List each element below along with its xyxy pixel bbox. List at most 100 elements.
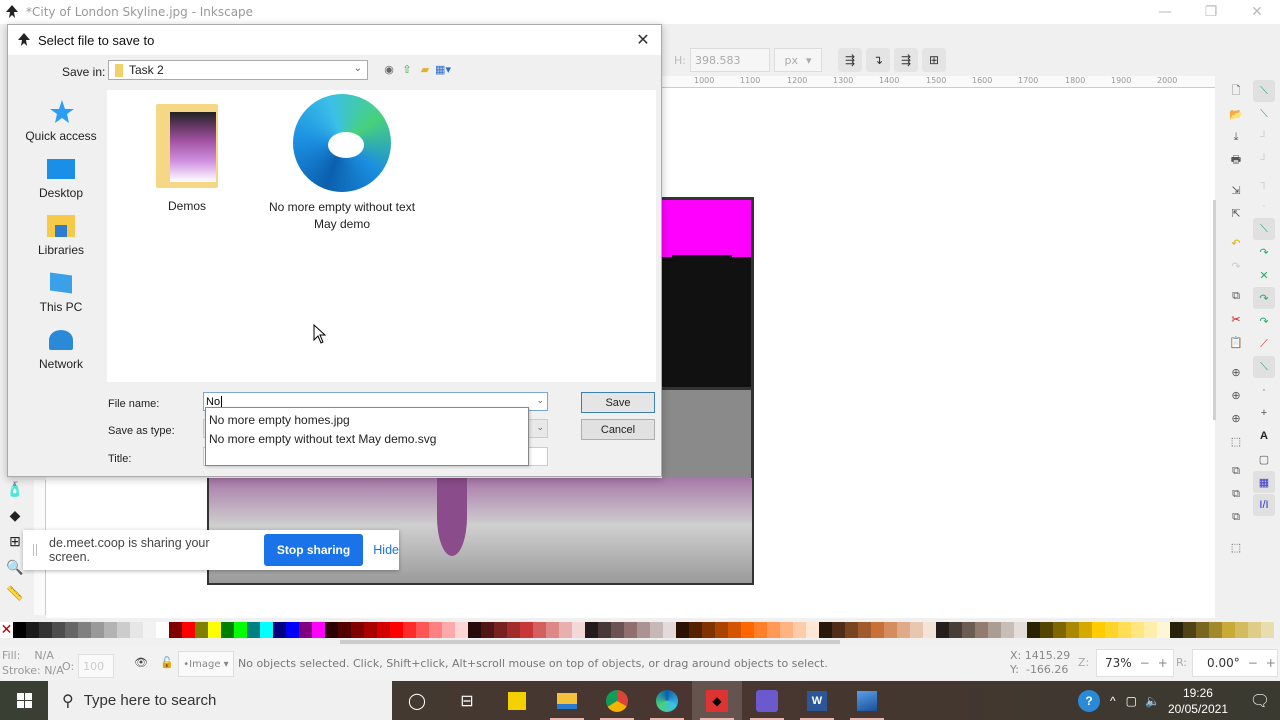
color-swatch[interactable]: [1066, 622, 1079, 638]
color-swatch[interactable]: [520, 622, 533, 638]
import-icon[interactable]: ⇲: [1225, 179, 1247, 201]
color-swatch[interactable]: [299, 622, 312, 638]
place-libraries[interactable]: Libraries: [16, 203, 106, 260]
snap-smooth-icon[interactable]: ↷: [1253, 310, 1275, 332]
color-swatch[interactable]: [780, 622, 793, 638]
color-swatch[interactable]: [13, 622, 26, 638]
stop-sharing-button[interactable]: Stop sharing: [263, 534, 364, 566]
color-swatch[interactable]: [988, 622, 1001, 638]
color-swatch[interactable]: [117, 622, 130, 638]
spray-tool-icon[interactable]: 🧴: [4, 478, 26, 500]
redo-icon[interactable]: ↷: [1225, 255, 1247, 277]
snap-toggle-icon[interactable]: ⟍: [1253, 80, 1275, 102]
color-swatch[interactable]: [1105, 622, 1118, 638]
color-swatch[interactable]: [429, 622, 442, 638]
color-swatch[interactable]: [221, 622, 234, 638]
taskbar-search[interactable]: ⚲ Type here to search: [48, 681, 392, 720]
color-swatch[interactable]: [1131, 622, 1144, 638]
save-button[interactable]: Save: [581, 392, 655, 413]
eraser-tool-icon[interactable]: ◆: [4, 504, 26, 526]
color-swatch[interactable]: [52, 622, 65, 638]
view-menu-icon[interactable]: ▦▾: [435, 62, 451, 76]
current-layer-select[interactable]: •Image ▾: [178, 651, 234, 677]
export-icon[interactable]: ⇱: [1225, 202, 1247, 224]
color-swatch[interactable]: [78, 622, 91, 638]
color-swatch[interactable]: [715, 622, 728, 638]
color-swatch[interactable]: [195, 622, 208, 638]
color-swatch[interactable]: [1053, 622, 1066, 638]
color-swatch[interactable]: [325, 622, 338, 638]
rotate-minus-button[interactable]: −: [1248, 656, 1258, 670]
color-swatch[interactable]: [871, 622, 884, 638]
zoom-fit-icon[interactable]: ⬚: [1225, 430, 1247, 452]
duplicate-icon[interactable]: ⧉: [1225, 460, 1247, 482]
color-swatch[interactable]: [1261, 622, 1274, 638]
open-icon[interactable]: 📂: [1225, 103, 1247, 125]
color-swatch[interactable]: [585, 622, 598, 638]
snap-cusp-icon[interactable]: ↷: [1253, 287, 1275, 309]
color-swatch[interactable]: [559, 622, 572, 638]
color-swatch[interactable]: [1014, 622, 1027, 638]
color-swatch[interactable]: [676, 622, 689, 638]
color-swatch[interactable]: [1222, 622, 1235, 638]
snap-intersection-icon[interactable]: ✕: [1253, 264, 1275, 286]
photos-icon[interactable]: [842, 681, 892, 720]
opacity-field[interactable]: 100: [78, 654, 115, 678]
color-swatch[interactable]: [364, 622, 377, 638]
file-explorer-icon[interactable]: [542, 681, 592, 720]
file-item-folder[interactable]: Demos: [154, 104, 220, 215]
color-swatch[interactable]: [741, 622, 754, 638]
place-desktop[interactable]: Desktop: [16, 146, 106, 203]
color-swatch[interactable]: [1209, 622, 1222, 638]
color-swatch[interactable]: [637, 622, 650, 638]
cortana-icon[interactable]: ◯: [392, 681, 442, 720]
color-swatch[interactable]: [910, 622, 923, 638]
color-swatch[interactable]: [494, 622, 507, 638]
color-swatch[interactable]: [403, 622, 416, 638]
place-this-pc[interactable]: This PC: [16, 260, 106, 317]
color-swatch[interactable]: [143, 622, 156, 638]
notifications-icon[interactable]: 🗨: [1240, 691, 1280, 711]
zoom-out-button[interactable]: −: [1140, 656, 1150, 670]
restore-button[interactable]: ❐: [1188, 0, 1234, 24]
snap-path-icon[interactable]: ↷: [1253, 241, 1275, 263]
color-swatch[interactable]: [169, 622, 182, 638]
color-swatch[interactable]: [130, 622, 143, 638]
color-swatch[interactable]: [754, 622, 767, 638]
cut-icon[interactable]: ✂: [1225, 308, 1247, 330]
paste-icon[interactable]: 📋: [1225, 331, 1247, 353]
gimp-icon[interactable]: [742, 681, 792, 720]
color-swatch[interactable]: [975, 622, 988, 638]
color-swatch[interactable]: [1248, 622, 1261, 638]
sticky-notes-icon[interactable]: [492, 681, 542, 720]
color-swatch[interactable]: [260, 622, 273, 638]
color-swatch[interactable]: [546, 622, 559, 638]
inkscape-taskbar-icon[interactable]: ◆: [692, 681, 742, 720]
volume-icon[interactable]: 🔈: [1145, 694, 1160, 708]
file-item-edge[interactable]: No more empty without text May demo: [265, 94, 419, 233]
color-swatch[interactable]: [611, 622, 624, 638]
color-swatch[interactable]: [26, 622, 39, 638]
color-swatch[interactable]: [806, 622, 819, 638]
unit-select[interactable]: px ▾: [773, 48, 822, 72]
word-icon[interactable]: W: [792, 681, 842, 720]
clone-icon[interactable]: ⧉: [1225, 483, 1247, 505]
color-swatch[interactable]: [234, 622, 247, 638]
color-swatch[interactable]: [247, 622, 260, 638]
new-folder-icon[interactable]: ▰: [418, 62, 432, 76]
layer-lock-icon[interactable]: 🔓: [160, 656, 174, 669]
color-swatch[interactable]: [572, 622, 585, 638]
zoom-selection-icon[interactable]: ⊕: [1225, 361, 1247, 383]
snap-bbox-center-icon[interactable]: ·: [1253, 195, 1275, 217]
place-network[interactable]: Network: [16, 317, 106, 374]
color-swatch[interactable]: [104, 622, 117, 638]
measure-tool-icon[interactable]: 📏: [4, 582, 26, 604]
transform-gradients-icon[interactable]: ⇶: [893, 48, 918, 72]
chrome-icon[interactable]: [592, 681, 642, 720]
color-swatch[interactable]: [338, 622, 351, 638]
color-swatch[interactable]: [650, 622, 663, 638]
new-document-icon[interactable]: 🗋: [1225, 80, 1247, 102]
color-swatch[interactable]: [312, 622, 325, 638]
save-icon[interactable]: ⤓: [1225, 126, 1247, 148]
color-swatch[interactable]: [624, 622, 637, 638]
